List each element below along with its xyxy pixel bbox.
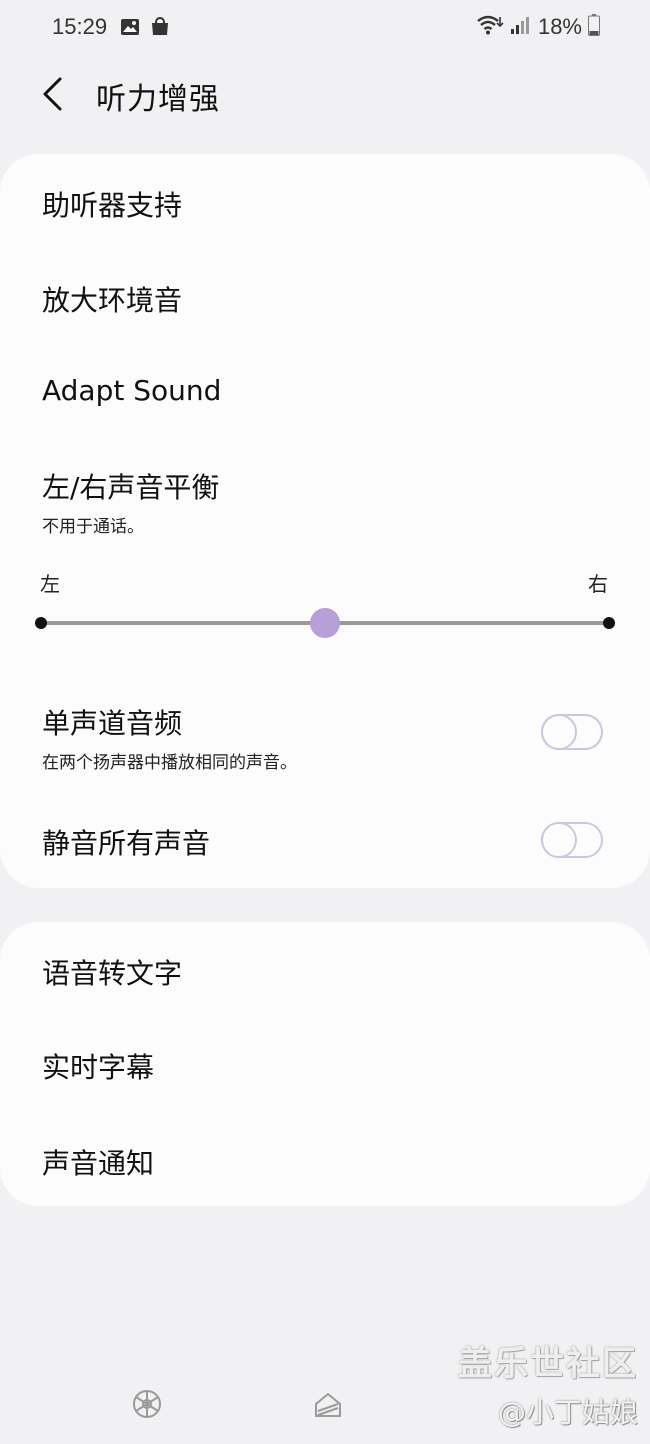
amplify-ambient-sound-label: 放大环境音 xyxy=(42,284,183,317)
watermark: 盖乐世社区 @小丁姑娘 xyxy=(458,1336,638,1431)
mono-audio-item: 单声道音频 在两个扬声器中播放相同的声音。 xyxy=(42,702,510,773)
toggle-knob xyxy=(541,714,577,750)
mute-all-sounds-label: 静音所有声音 xyxy=(42,827,211,860)
hearing-aid-support-label: 助听器支持 xyxy=(42,189,183,222)
mono-audio-subtitle: 在两个扬声器中播放相同的声音。 xyxy=(42,753,297,773)
sound-notifications-item[interactable]: 声音通知 xyxy=(42,1142,610,1182)
amplify-ambient-sound-item[interactable]: 放大环境音 xyxy=(42,279,610,319)
mono-audio-toggle[interactable] xyxy=(541,714,603,750)
mute-all-sounds-toggle[interactable] xyxy=(541,822,603,858)
balance-slider-left-end xyxy=(35,617,47,629)
back-button[interactable] xyxy=(38,76,70,112)
hearing-aid-support-item[interactable]: 助听器支持 xyxy=(42,184,610,224)
balance-subtitle: 不用于通话。 xyxy=(42,517,144,537)
adapt-sound-label: Adapt Sound xyxy=(42,374,222,407)
speech-to-text-label: 语音转文字 xyxy=(42,957,183,990)
live-caption-label: 实时字幕 xyxy=(42,1051,155,1084)
balance-left-label: 左 xyxy=(40,572,60,596)
captions-card: 语音转文字 实时字幕 声音通知 xyxy=(0,922,650,1206)
page-title: 听力增强 xyxy=(96,82,220,117)
balance-right-label: 右 xyxy=(588,572,608,596)
balance-title: 左/右声音平衡 xyxy=(42,471,220,504)
accessibility-icon xyxy=(133,1390,161,1418)
adapt-sound-item[interactable]: Adapt Sound xyxy=(42,374,610,407)
status-bar: 15:29 18% xyxy=(0,0,650,60)
speech-to-text-item[interactable]: 语音转文字 xyxy=(42,952,610,992)
hearing-settings-card: 助听器支持 放大环境音 Adapt Sound 左/右声音平衡 不用于通话。 左… xyxy=(0,154,650,888)
balance-slider-right-end xyxy=(603,617,615,629)
chevron-left-icon xyxy=(43,77,62,111)
battery-percent: 18% xyxy=(537,14,582,39)
signal-icon xyxy=(510,15,532,39)
shopping-bag-icon xyxy=(150,17,170,41)
app-header: 听力增强 xyxy=(0,62,650,126)
home-icon xyxy=(315,1392,341,1417)
balance-section: 左/右声音平衡 不用于通话。 xyxy=(42,466,610,537)
wifi-icon xyxy=(476,14,504,40)
mute-all-sounds-item: 静音所有声音 xyxy=(42,822,510,862)
battery-icon xyxy=(588,14,600,40)
home-nav-button[interactable] xyxy=(308,1384,348,1424)
status-time: 15:29 xyxy=(52,14,108,39)
balance-slider-thumb[interactable] xyxy=(310,608,340,638)
accessibility-nav-button[interactable] xyxy=(127,1384,167,1424)
watermark-community: 盖乐世社区 xyxy=(458,1344,638,1384)
toggle-knob xyxy=(541,822,577,858)
mono-audio-label: 单声道音频 xyxy=(42,707,183,740)
watermark-author: @小丁姑娘 xyxy=(497,1396,638,1429)
live-caption-item[interactable]: 实时字幕 xyxy=(42,1046,610,1086)
gallery-icon xyxy=(120,17,140,41)
sound-notifications-label: 声音通知 xyxy=(42,1147,155,1180)
